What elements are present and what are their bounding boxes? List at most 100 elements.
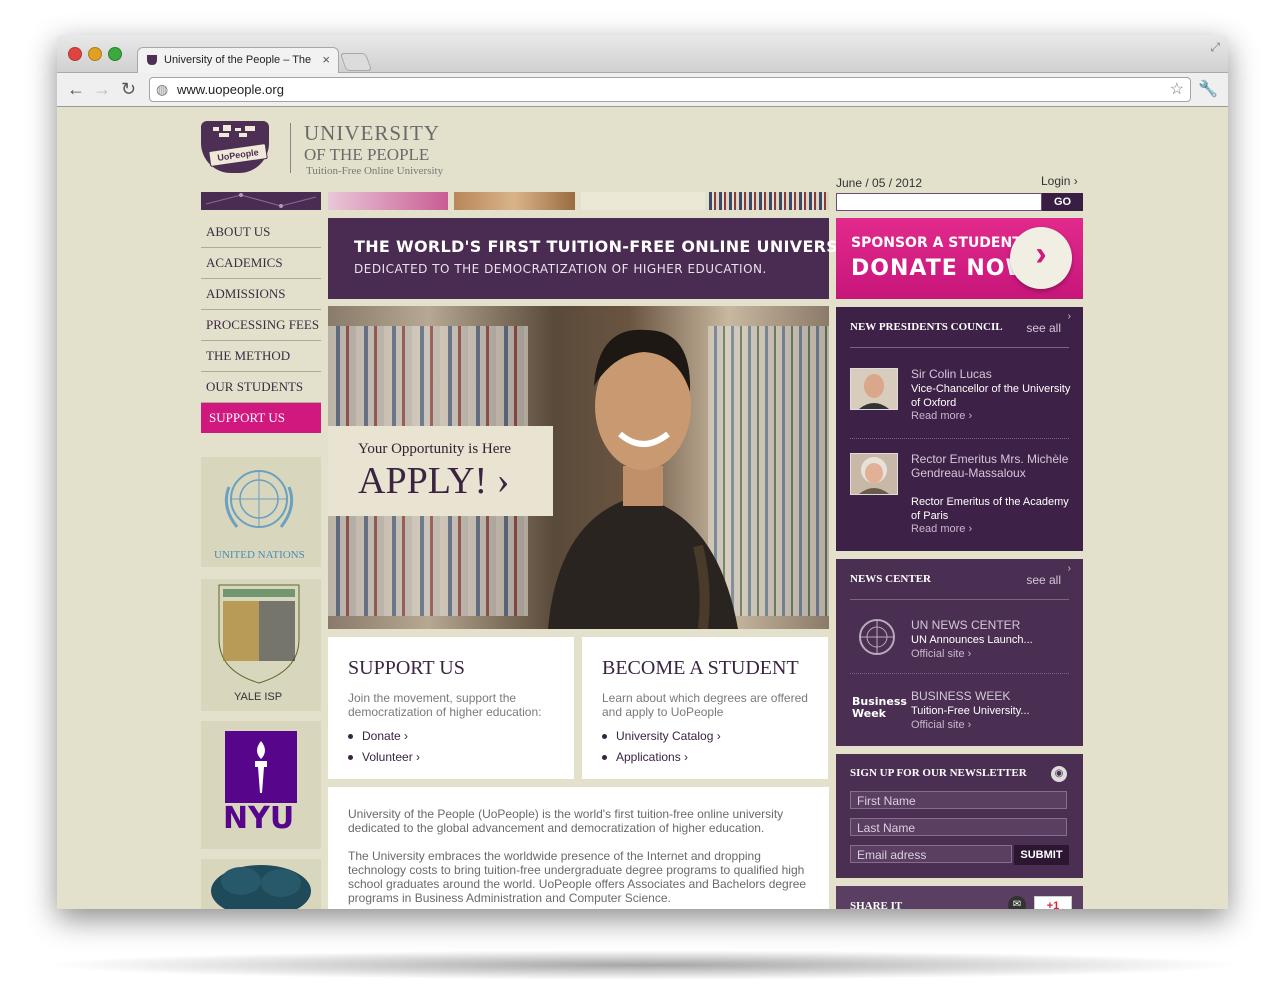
bullet-icon — [602, 734, 607, 740]
browser-window: University of the People – The × ⤢ ← → ↻… — [57, 35, 1228, 909]
nav-processing-fees[interactable]: PROCESSING FEES — [201, 310, 321, 341]
rss-icon[interactable]: ◉ — [1051, 766, 1067, 782]
apply-button[interactable]: APPLY! › — [358, 459, 509, 503]
apply-tagline: Your Opportunity is Here — [358, 441, 512, 457]
apply-callout[interactable]: Your Opportunity is Here APPLY! › — [328, 426, 553, 516]
favicon-icon — [146, 54, 158, 66]
fullscreen-icon[interactable]: ⤢ — [1210, 40, 1220, 55]
nav-the-method[interactable]: THE METHOD — [201, 341, 321, 372]
nav-admissions[interactable]: ADMISSIONS — [201, 279, 321, 310]
support-card-title[interactable]: SUPPORT US — [348, 657, 465, 680]
back-icon[interactable]: ← — [67, 79, 85, 100]
bullet-icon — [348, 755, 353, 761]
divider — [850, 673, 1069, 675]
newsletter-title: SIGN UP FOR OUR NEWSLETTER — [850, 767, 1027, 779]
last-name-field[interactable]: Last Name — [850, 818, 1067, 836]
partner-yale-logo[interactable]: YALE ISP — [201, 579, 321, 711]
nav-header-strip — [201, 192, 321, 210]
partner-un-logo[interactable]: UNITED NATIONS — [201, 457, 321, 567]
donate-link-label: Donate › — [362, 729, 409, 743]
official-site-link[interactable]: Official site › — [911, 648, 971, 660]
nav-academics[interactable]: ACADEMICS — [201, 248, 321, 279]
partner-nyu-logo[interactable]: NYU — [201, 721, 321, 849]
council-see-all-link[interactable]: see all — [1026, 321, 1061, 335]
address-bar[interactable]: ◍ www.uopeople.org ☆ — [149, 77, 1191, 102]
header-image-strip-3 — [581, 192, 705, 210]
browser-toolbar: ← → ↻ ◍ www.uopeople.org ☆ 🔧 — [57, 73, 1228, 107]
current-date: June / 05 / 2012 — [836, 176, 923, 190]
divider — [850, 347, 1069, 348]
reload-icon[interactable]: ↻ — [121, 79, 136, 100]
header-image-strip-1 — [328, 192, 448, 210]
news-source[interactable]: BUSINESS WEEK — [911, 689, 1010, 703]
browser-tab[interactable]: University of the People – The × — [137, 47, 339, 74]
web-page: UoPeople UNIVERSITY OF THE PEOPLE Tuitio… — [57, 107, 1228, 909]
council-title: NEW PRESIDENTS COUNCIL — [850, 321, 1003, 333]
become-student-card: BECOME A STUDENT Learn about which degre… — [582, 637, 828, 779]
donate-link[interactable]: Donate › — [348, 729, 408, 743]
logo-text-university: UNIVERSITY — [304, 121, 440, 145]
email-share-icon[interactable]: ✉ — [1008, 896, 1026, 909]
login-link[interactable]: Login › — [1041, 174, 1078, 188]
divider — [850, 599, 1069, 600]
donate-now-banner[interactable]: SPONSOR A STUDENT DONATE NOW › — [836, 218, 1083, 299]
email-field[interactable]: Email adress — [850, 845, 1012, 863]
go-button[interactable]: GO — [1042, 193, 1083, 211]
close-window-button[interactable] — [68, 47, 82, 61]
search-input[interactable] — [836, 193, 1042, 211]
read-more-link[interactable]: Read more › — [911, 410, 972, 422]
forward-icon[interactable]: → — [93, 79, 111, 100]
council-member-name[interactable]: Sir Colin Lucas — [911, 367, 992, 381]
about-paragraph-1: University of the People (UoPeople) is t… — [348, 807, 784, 835]
tab-close-icon[interactable]: × — [322, 52, 330, 67]
nav-support-us[interactable]: SUPPORT US — [201, 403, 321, 433]
colin-lucas-avatar[interactable] — [850, 368, 898, 410]
minimize-window-button[interactable] — [88, 47, 102, 61]
university-catalog-link[interactable]: University Catalog › — [602, 729, 721, 743]
un-emblem-icon — [224, 470, 294, 528]
news-chevron-icon: › — [1067, 563, 1071, 574]
news-see-all-link[interactable]: see all — [1026, 573, 1061, 587]
applications-link[interactable]: Applications › — [602, 750, 688, 764]
official-site-link[interactable]: Official site › — [911, 719, 971, 731]
council-member-title: Vice-Chancellor of the University of Oxf… — [911, 383, 1071, 409]
hero-image[interactable]: Your Opportunity is Here APPLY! › — [328, 306, 829, 629]
submit-button[interactable]: SUBMIT — [1014, 845, 1069, 865]
google-plus-button[interactable]: +1 — [1034, 896, 1072, 909]
shield-icon: UoPeople — [201, 121, 269, 173]
michele-gendreau-avatar[interactable] — [850, 453, 898, 495]
nyu-label: NYU — [223, 801, 295, 836]
news-source[interactable]: UN NEWS CENTER — [911, 618, 1020, 632]
nav-our-students[interactable]: OUR STUDENTS — [201, 372, 321, 403]
yale-label: YALE ISP — [234, 691, 283, 703]
student-photo — [548, 329, 738, 629]
zoom-window-button[interactable] — [108, 47, 122, 61]
bookmark-star-icon[interactable]: ☆ — [1170, 79, 1184, 99]
logo-text-people: OF THE PEOPLE — [304, 145, 430, 164]
main-nav: ABOUT US ACADEMICS ADMISSIONS PROCESSING… — [201, 217, 321, 433]
bullet-icon — [348, 734, 353, 740]
news-title: NEWS CENTER — [850, 573, 931, 585]
news-headline[interactable]: Tuition-Free University... — [911, 704, 1076, 718]
share-title: SHARE IT — [850, 900, 903, 909]
first-name-field[interactable]: First Name — [850, 791, 1067, 809]
council-chevron-icon: › — [1067, 311, 1071, 322]
applications-link-label: Applications › — [616, 750, 689, 764]
url-text: www.uopeople.org — [177, 82, 284, 97]
un-label: UNITED NATIONS — [214, 549, 305, 561]
partner-tree-logo[interactable] — [201, 859, 321, 909]
news-headline[interactable]: UN Announces Launch... — [911, 633, 1076, 647]
student-card-title[interactable]: BECOME A STUDENT — [602, 657, 799, 680]
volunteer-link[interactable]: Volunteer › — [348, 750, 420, 764]
council-member-title: Rector Emeritus of the Academy of Paris — [911, 496, 1069, 522]
council-member-name[interactable]: Rector Emeritus Mrs. Michèle Gendreau-Ma… — [911, 452, 1071, 480]
new-tab-button[interactable] — [339, 53, 373, 71]
nav-about-us[interactable]: ABOUT US — [201, 217, 321, 248]
banner-headline: THE WORLD'S FIRST TUITION-FREE ONLINE UN… — [354, 237, 868, 256]
wrench-icon[interactable]: 🔧 — [1198, 79, 1218, 99]
read-more-link[interactable]: Read more › — [911, 523, 972, 535]
share-panel: SHARE IT ✉ +1 — [836, 886, 1083, 909]
globe-icon: ◍ — [156, 81, 169, 97]
donate-arrow-button[interactable]: › — [1010, 227, 1072, 289]
catalog-link-label: University Catalog › — [616, 729, 721, 743]
